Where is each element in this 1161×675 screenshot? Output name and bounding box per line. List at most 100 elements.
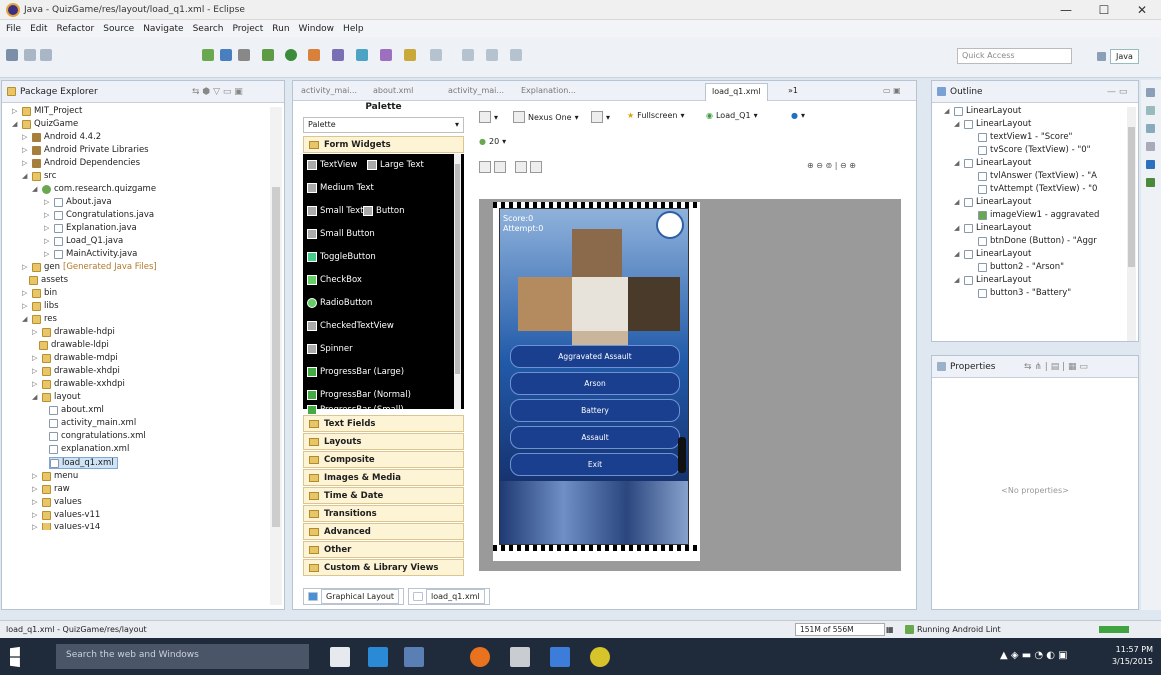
tree-item-values[interactable]: ▷ values [32, 497, 82, 507]
tree-item-drawable-ldpi[interactable]: drawable-ldpi [39, 340, 109, 350]
tab-about-xml[interactable]: about.xml [373, 86, 413, 95]
widget-textview[interactable]: TextView [307, 160, 357, 170]
back-icon[interactable] [486, 49, 498, 61]
outline-item[interactable]: button3 - "Battery" [978, 288, 1071, 298]
outline-item[interactable]: ◢ LinearLayout [954, 197, 1031, 207]
menu-project[interactable]: Project [232, 24, 263, 34]
tab-activity-main-1[interactable]: activity_mai... [301, 86, 357, 95]
palette-category-layouts[interactable]: Layouts [303, 433, 464, 450]
outline-scrollbar[interactable] [1127, 107, 1136, 341]
tree-item-assets[interactable]: assets [29, 275, 68, 285]
tree-item-congratulations-xml[interactable]: congratulations.xml [49, 431, 146, 441]
tree-item-drawable-xxhdpi[interactable]: ▷ drawable-xxhdpi [32, 379, 125, 389]
layout-mode-buttons[interactable] [479, 161, 542, 173]
system-tray-icons[interactable]: ▲ ◈ ▬ ◔ ◐ ▣ [1000, 650, 1068, 661]
outline-item[interactable]: ◢ LinearLayout [954, 158, 1031, 168]
minimize-button[interactable]: — [1047, 0, 1085, 20]
theme-chooser[interactable]: ★ Fullscreen ▾ [627, 111, 684, 120]
outline-item[interactable]: ◢ LinearLayout [954, 223, 1031, 233]
menu-window[interactable]: Window [299, 24, 335, 34]
forward-icon[interactable] [510, 49, 522, 61]
widget-spinner[interactable]: Spinner [307, 344, 353, 354]
close-button[interactable]: ✕ [1123, 0, 1161, 20]
save-icon[interactable] [24, 49, 36, 61]
tree-item-src[interactable]: ◢ src [22, 171, 56, 181]
locale-chooser[interactable]: ● ▾ [791, 111, 805, 120]
tab-activity-main-2[interactable]: activity_mai... [448, 86, 504, 95]
declaration-icon[interactable] [1146, 142, 1155, 151]
tree-item-quizgame[interactable]: ◢ QuizGame [12, 119, 78, 129]
menu-refactor[interactable]: Refactor [57, 24, 95, 34]
tree-item-congratulations-java[interactable]: ▷ Congratulations.java [44, 210, 154, 220]
outline-item[interactable]: textView1 - "Score" [978, 132, 1072, 142]
tree-item-mit-project[interactable]: ▷ MIT_Project [12, 106, 82, 116]
tree-item-private-libraries[interactable]: ▷ Android Private Libraries [22, 145, 149, 155]
debug-icon[interactable] [262, 49, 274, 61]
clock[interactable]: 11:57 PM 3/15/2015 [1112, 644, 1153, 668]
tree-item-android-dependencies[interactable]: ▷ Android Dependencies [22, 158, 140, 168]
heap-status[interactable]: 151M of 556M [795, 623, 885, 636]
widget-progressbar-normal[interactable]: ProgressBar (Normal) [307, 390, 411, 400]
tree-item-explanation-java[interactable]: ▷ Explanation.java [44, 223, 137, 233]
menu-source[interactable]: Source [103, 24, 134, 34]
start-button[interactable] [10, 646, 20, 668]
assault-button[interactable]: Assault [510, 426, 680, 449]
gc-icon[interactable]: ▦ [886, 625, 894, 634]
logcat-icon[interactable] [1146, 178, 1155, 187]
taskbar-search-input[interactable]: Search the web and Windows [56, 644, 309, 669]
widget-button[interactable]: Button [363, 206, 404, 216]
explorer-icon[interactable] [510, 647, 530, 667]
widget-progressbar-large[interactable]: ProgressBar (Large) [307, 367, 404, 377]
tree-item-values-v11[interactable]: ▷ values-v11 [32, 510, 100, 520]
menu-run[interactable]: Run [272, 24, 289, 34]
tree-item-mainactivity-java[interactable]: ▷ MainActivity.java [44, 249, 137, 259]
tab-explanation[interactable]: Explanation... [521, 86, 576, 95]
palette-scrollbar[interactable] [454, 154, 461, 409]
store-icon[interactable] [404, 647, 424, 667]
widget-checkedtextview[interactable]: CheckedTextView [307, 321, 394, 331]
tree-item-menu[interactable]: ▷ menu [32, 471, 78, 481]
arson-button[interactable]: Arson [510, 372, 680, 395]
console-icon[interactable] [1146, 160, 1155, 169]
quick-access-input[interactable]: Quick Access [957, 48, 1072, 64]
tab-overflow[interactable]: »1 [788, 86, 798, 95]
palette-category-text-fields[interactable]: Text Fields [303, 415, 464, 432]
javadoc-icon[interactable] [1146, 124, 1155, 133]
palette-category-advanced[interactable]: Advanced [303, 523, 464, 540]
menu-navigate[interactable]: Navigate [143, 24, 183, 34]
run-icon[interactable] [285, 49, 297, 61]
firefox-icon[interactable] [470, 647, 490, 667]
tree-item-layout[interactable]: ◢ layout [32, 392, 81, 402]
properties-toolbar-icons[interactable]: ⇆ ⋔ | ▤ | ▦ ▭ [1024, 362, 1088, 372]
outline-item[interactable]: btnDone (Button) - "Aggr [978, 236, 1097, 246]
tree-item-drawable-hdpi[interactable]: ▷ drawable-hdpi [32, 327, 115, 337]
widget-large-text[interactable]: Large Text [367, 160, 424, 170]
menu-help[interactable]: Help [343, 24, 364, 34]
zoom-icons[interactable]: ⊕ ⊖ ⊚ | ⊖ ⊕ [807, 161, 856, 170]
properties-tab[interactable]: Properties ⇆ ⋔ | ▤ | ▦ ▭ [932, 356, 1138, 378]
api-level-chooser[interactable]: ● 20 ▾ [479, 137, 506, 146]
maximize-button[interactable]: ☐ [1085, 0, 1123, 20]
external-tools-icon[interactable] [308, 49, 320, 61]
view-menu-icons[interactable]: ⇆ ⬢ ▽ ▭ ▣ [192, 87, 243, 97]
outline-item[interactable]: imageView1 - aggravated [978, 210, 1099, 220]
outline-item[interactable]: tvScore (TextView) - "0" [978, 145, 1091, 155]
outline-item[interactable]: ◢ LinearLayout [954, 275, 1031, 285]
menu-search[interactable]: Search [193, 24, 224, 34]
tree-item-load-q1-java[interactable]: ▷ Load_Q1.java [44, 236, 123, 246]
palette-dropdown[interactable]: Palette ▾ [303, 117, 464, 133]
word-icon[interactable] [550, 647, 570, 667]
lint-icon[interactable] [238, 49, 250, 61]
new-package-icon[interactable] [356, 49, 368, 61]
restore-icon[interactable] [1146, 88, 1155, 97]
eclipse-task-icon[interactable] [590, 647, 610, 667]
editor-minmax-icon[interactable]: ▭ ▣ [883, 86, 901, 95]
outline-item[interactable]: ◢ LinearLayout [954, 119, 1031, 129]
task-view-icon[interactable] [330, 647, 350, 667]
palette-category-composite[interactable]: Composite [303, 451, 464, 468]
tree-item-activity-main-xml[interactable]: activity_main.xml [49, 418, 136, 428]
new-java-project-icon[interactable] [332, 49, 344, 61]
tab-xml-source[interactable]: load_q1.xml [408, 588, 490, 605]
device-chooser[interactable]: Nexus One ▾ [513, 111, 579, 123]
tree-item-explanation-xml[interactable]: explanation.xml [49, 444, 129, 454]
